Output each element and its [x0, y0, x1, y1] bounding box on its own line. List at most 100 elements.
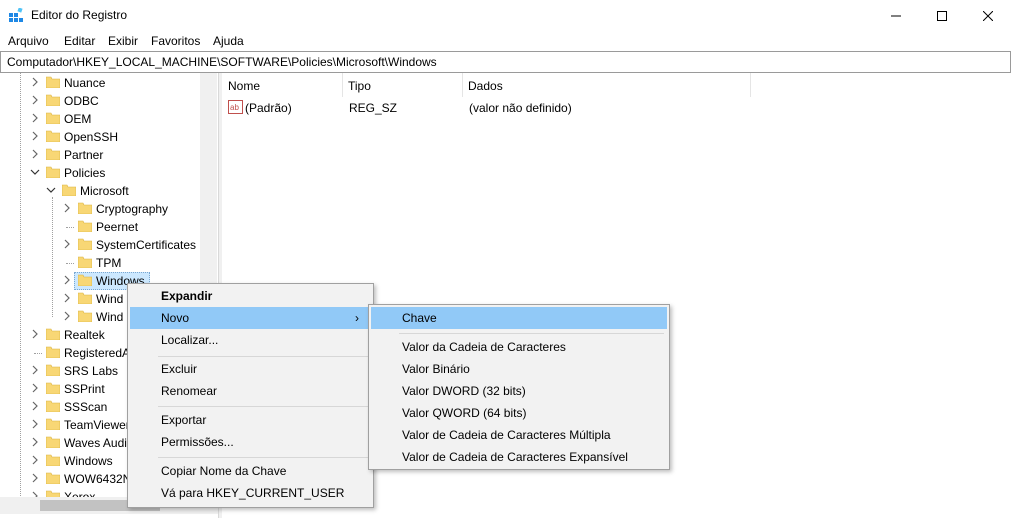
menu-bar: Arquivo Editar Exibir Favoritos Ajuda	[0, 31, 1011, 51]
menu-editar[interactable]: Editar	[64, 34, 95, 48]
tree-item-label: ODBC	[64, 94, 99, 108]
folder-icon	[46, 454, 60, 466]
tree-item-nuance[interactable]: Nuance	[30, 74, 200, 92]
close-button[interactable]	[965, 0, 1011, 31]
chevron-right-icon[interactable]	[62, 293, 72, 303]
chevron-right-icon[interactable]	[30, 383, 40, 393]
submenu-item-qword-value[interactable]: Valor QWORD (64 bits)	[371, 402, 667, 424]
menu-item-excluir[interactable]: Excluir	[130, 358, 371, 380]
menu-item-label: Permissões...	[161, 435, 234, 449]
folder-icon	[46, 148, 60, 160]
tree-item-tpm[interactable]: TPM	[62, 254, 200, 272]
maximize-button[interactable]	[919, 0, 965, 31]
chevron-right-icon[interactable]	[30, 329, 40, 339]
address-text: Computador\HKEY_LOCAL_MACHINE\SOFTWARE\P…	[7, 55, 437, 69]
menu-item-label: Valor de Cadeia de Caracteres Expansível	[402, 450, 628, 464]
tree-item-label: TPM	[96, 256, 122, 270]
column-header-nome[interactable]: Nome	[222, 73, 343, 97]
chevron-right-icon[interactable]	[30, 95, 40, 105]
tree-item-label: Cryptography	[96, 202, 169, 216]
folder-icon	[78, 256, 92, 268]
folder-open-icon	[46, 166, 60, 178]
tree-item-systemcertificates[interactable]: SystemCertificates	[62, 236, 200, 254]
submenu-item-multi-string-value[interactable]: Valor de Cadeia de Caracteres Múltipla	[371, 424, 667, 446]
menu-separator	[158, 406, 368, 407]
maximize-icon	[937, 10, 947, 21]
menu-item-label: Valor de Cadeia de Caracteres Múltipla	[402, 428, 611, 442]
tree-item-odbc[interactable]: ODBC	[30, 92, 200, 110]
menu-arquivo[interactable]: Arquivo	[8, 34, 49, 48]
chevron-right-icon[interactable]	[30, 455, 40, 465]
submenu-item-expandable-string-value[interactable]: Valor de Cadeia de Caracteres Expansível	[371, 446, 667, 468]
chevron-right-icon[interactable]	[30, 113, 40, 123]
menu-item-label: Exportar	[161, 413, 207, 427]
chevron-right-icon[interactable]	[62, 239, 72, 249]
folder-icon	[78, 274, 92, 286]
registry-app-icon	[9, 8, 23, 22]
folder-icon	[46, 382, 60, 394]
menu-item-va-para-hkcu[interactable]: Vá para HKEY_CURRENT_USER	[130, 482, 371, 504]
submenu-item-string-value[interactable]: Valor da Cadeia de Caracteres	[371, 336, 667, 358]
cell-data: (valor não definido)	[469, 101, 572, 115]
menu-item-expandir[interactable]: Expandir	[130, 285, 371, 307]
tree-guide-line	[66, 227, 74, 228]
chevron-right-icon[interactable]	[30, 131, 40, 141]
chevron-down-icon[interactable]	[46, 185, 56, 195]
menu-item-copiar-nome[interactable]: Copiar Nome da Chave	[130, 460, 371, 482]
tree-item-cryptography[interactable]: Cryptography	[62, 200, 200, 218]
chevron-down-icon[interactable]	[30, 167, 40, 177]
folder-icon	[78, 202, 92, 214]
tree-item-policies[interactable]: Policies	[30, 164, 200, 182]
chevron-right-icon[interactable]	[30, 437, 40, 447]
menu-item-label: Renomear	[161, 384, 218, 398]
tree-item-label: OpenSSH	[64, 130, 119, 144]
tree-item-partner[interactable]: Partner	[30, 146, 200, 164]
tree-item-peernet[interactable]: Peernet	[62, 218, 200, 236]
tree-item-label: SystemCertificates	[96, 238, 197, 252]
minimize-button[interactable]	[873, 0, 919, 31]
menu-item-localizar[interactable]: Localizar...	[130, 329, 371, 351]
tree-item-openssh[interactable]: OpenSSH	[30, 128, 200, 146]
tree-item-label: Nuance	[64, 76, 106, 90]
menu-item-novo[interactable]: Novo ›	[130, 307, 371, 329]
menu-item-permissoes[interactable]: Permissões...	[130, 431, 371, 453]
folder-icon	[46, 418, 60, 430]
menu-item-exportar[interactable]: Exportar	[130, 409, 371, 431]
tree-item-oem[interactable]: OEM	[30, 110, 200, 128]
chevron-right-icon[interactable]	[30, 401, 40, 411]
submenu-item-dword-value[interactable]: Valor DWORD (32 bits)	[371, 380, 667, 402]
cell-type: REG_SZ	[349, 101, 398, 115]
menu-exibir[interactable]: Exibir	[108, 34, 138, 48]
tree-item-label: TeamViewer	[64, 418, 130, 432]
chevron-right-icon[interactable]	[30, 473, 40, 483]
folder-icon	[46, 76, 60, 88]
menu-favoritos[interactable]: Favoritos	[151, 34, 200, 48]
chevron-right-icon[interactable]	[30, 419, 40, 429]
submenu-item-binary-value[interactable]: Valor Binário	[371, 358, 667, 380]
chevron-right-icon[interactable]	[62, 203, 72, 213]
chevron-right-icon[interactable]	[30, 365, 40, 375]
folder-open-icon	[62, 184, 76, 196]
column-header-dados[interactable]: Dados	[462, 73, 751, 97]
menu-separator	[399, 333, 664, 334]
title-bar	[0, 0, 1011, 31]
string-value-icon: ab	[228, 100, 243, 114]
address-bar[interactable]: Computador\HKEY_LOCAL_MACHINE\SOFTWARE\P…	[0, 51, 1011, 73]
table-row[interactable]: ab (Padrão) REG_SZ (valor não definido)	[222, 100, 750, 118]
submenu-arrow-icon: ›	[355, 311, 359, 325]
chevron-right-icon[interactable]	[30, 149, 40, 159]
column-header-tipo[interactable]: Tipo	[342, 73, 463, 97]
menu-item-label: Expandir	[161, 289, 213, 303]
tree-item-label: Realtek	[64, 328, 105, 342]
menu-ajuda[interactable]: Ajuda	[213, 34, 244, 48]
chevron-right-icon[interactable]	[62, 275, 72, 285]
chevron-right-icon[interactable]	[30, 77, 40, 87]
menu-item-renomear[interactable]: Renomear	[130, 380, 371, 402]
menu-item-label: Chave	[402, 311, 437, 325]
tree-guide-line	[66, 263, 74, 264]
menu-separator	[158, 356, 368, 357]
tree-item-microsoft[interactable]: Microsoft	[46, 182, 200, 200]
tree-guide-line	[52, 197, 53, 317]
chevron-right-icon[interactable]	[62, 311, 72, 321]
submenu-item-chave[interactable]: Chave	[371, 307, 667, 329]
